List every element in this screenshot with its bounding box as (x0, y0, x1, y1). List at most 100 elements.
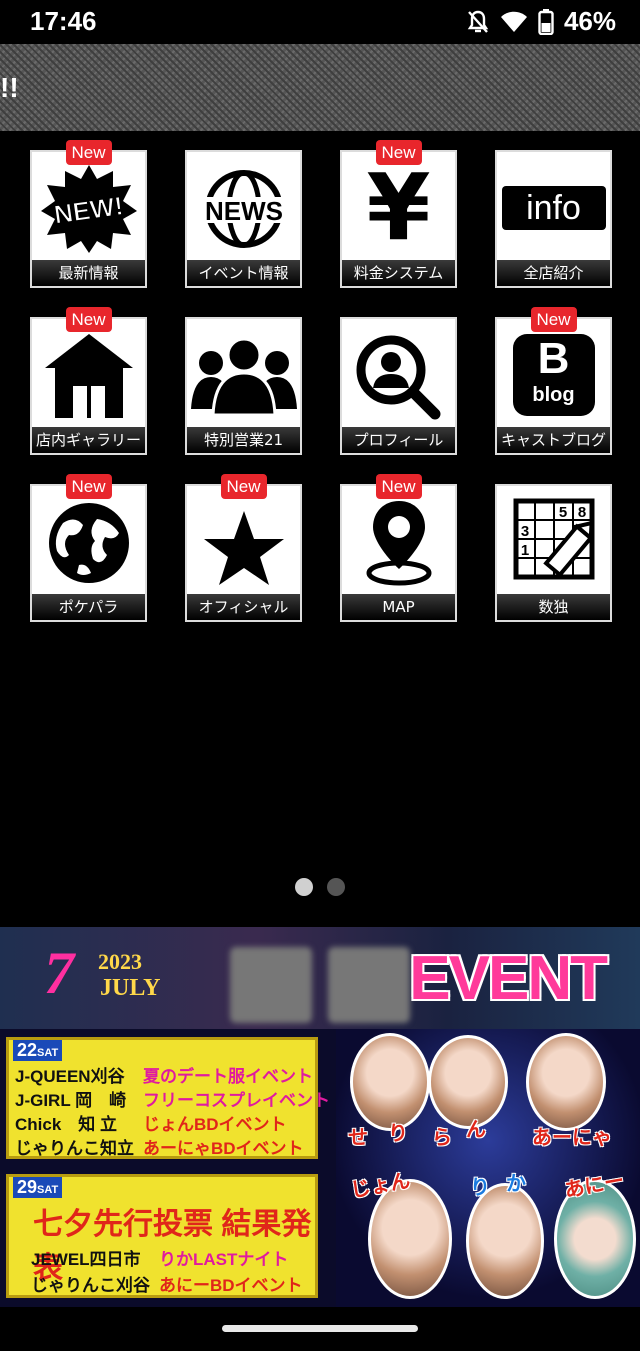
banner-header: 7 2023 JULY EVENT (0, 927, 640, 1029)
tile-official[interactable]: New オフィシャル (185, 474, 302, 622)
blog-icon: B blog (497, 321, 610, 429)
svg-text:8: 8 (577, 504, 585, 521)
tile-label: キャストブログ (497, 427, 610, 453)
notifications-off-icon (467, 10, 489, 33)
banner-month: 7 (44, 940, 74, 1006)
app-screen: 17:46 46% !! New NEW! 最新情報 NEWS イベント情報 N… (0, 0, 640, 1351)
banner-month-name: JULY (100, 975, 161, 1001)
tile-label: イベント情報 (187, 260, 300, 286)
tile-box: 5 8 3 1 数独 (495, 484, 612, 622)
new-burst-icon: NEW! (32, 154, 145, 262)
tile-box: ¥ 料金システム (340, 150, 457, 288)
cast-name: ん (466, 1119, 486, 1141)
svg-text:3: 3 (520, 523, 528, 540)
new-badge: New (220, 474, 267, 499)
tile-box: NEW! 最新情報 (30, 150, 147, 288)
cast-name: せ (348, 1127, 368, 1149)
event-row: じゃりんこ刈谷 あにーBDイベント (31, 1276, 303, 1295)
ticker-text: !! (0, 72, 19, 103)
tile-box: B blog キャストブログ (495, 317, 612, 455)
tile-box: NEWS イベント情報 (185, 150, 302, 288)
cast-photo (526, 1033, 606, 1131)
tile-box: MAP (340, 484, 457, 622)
date-badge: 29SAT (13, 1177, 63, 1198)
blurred-logo-image (230, 947, 312, 1023)
tile-label: 数独 (497, 594, 610, 620)
map-pin-icon (342, 488, 455, 596)
page-indicator (0, 878, 640, 896)
status-icons: 46% (466, 6, 616, 37)
new-badge: New (65, 474, 112, 499)
status-time: 17:46 (30, 6, 97, 36)
tile-box: 店内ギャラリー (30, 317, 147, 455)
event-row: Chick 知 立じょんBDイベント (15, 1115, 287, 1134)
yen-icon: ¥ (366, 154, 431, 261)
tile-pokepara[interactable]: New ポケパラ (30, 474, 147, 622)
cast-name: ら (432, 1127, 452, 1149)
status-bar: 17:46 46% (0, 0, 640, 44)
tile-label: 全店紹介 (497, 260, 610, 286)
tile-label: オフィシャル (187, 594, 300, 620)
tile-map[interactable]: New MAP (340, 474, 457, 622)
tile-sudoku[interactable]: 5 8 3 1 数独 (495, 474, 612, 622)
banner-year: 2023 (98, 949, 142, 974)
event-panel-29: 29SAT 七夕先行投票 結果発表 JEWEL四日市 りかLASTナイト じゃりん… (6, 1174, 318, 1298)
event-panel-22: 22SAT J-QUEEN刈谷 夏のデート服イベント J-GIRL 岡 崎フリーコ… (6, 1037, 330, 1159)
event-row: JEWEL四日市 りかLASTナイト (31, 1250, 289, 1269)
event-banner[interactable]: 7 2023 JULY EVENT 22SAT J-QUEEN刈谷 夏のデート服イ… (0, 927, 640, 1307)
tile-label: ポケパラ (32, 594, 145, 620)
info-icon: info (497, 154, 610, 262)
battery-icon (538, 8, 554, 35)
tile-special-business[interactable]: 特別営業21 (185, 307, 302, 455)
new-badge: New (375, 140, 422, 165)
news-globe-icon: NEWS (187, 154, 300, 262)
cast-name: あーにゃ (532, 1127, 612, 1149)
new-badge: New (65, 140, 112, 165)
banner-event-title: EVENT (409, 944, 608, 1013)
tile-price-system[interactable]: New ¥ 料金システム (340, 140, 457, 288)
cast-name: か (506, 1173, 526, 1195)
cast-name: り (470, 1177, 490, 1199)
event-row: じゃりんこ知立 あーにゃBDイベント (15, 1139, 304, 1158)
cast-photos: せ り ら ん あーにゃ じょん り か あにー (336, 1029, 640, 1307)
tile-box: プロフィール (340, 317, 457, 455)
svg-text:NEWS: NEWS (205, 196, 283, 226)
tile-label: 最新情報 (32, 260, 145, 286)
tile-label: 料金システム (342, 260, 455, 286)
page-dot-1[interactable] (295, 878, 313, 896)
cast-name: り (388, 1123, 408, 1145)
tile-box: 特別営業21 (185, 317, 302, 455)
tile-label: MAP (342, 594, 455, 620)
tile-latest-info[interactable]: New NEW! 最新情報 (30, 140, 147, 288)
battery-percent: 46% (563, 6, 616, 36)
news-ticker[interactable]: !! (0, 44, 640, 131)
wifi-icon (500, 11, 527, 32)
house-icon (32, 321, 145, 429)
tile-box: ポケパラ (30, 484, 147, 622)
sudoku-icon: 5 8 3 1 (497, 488, 610, 596)
new-badge: New (375, 474, 422, 499)
page-dot-2[interactable] (327, 878, 345, 896)
tile-cast-blog[interactable]: New B blog キャストブログ (495, 307, 612, 455)
event-row: J-QUEEN刈谷 夏のデート服イベント (15, 1067, 313, 1086)
date-badge: 22SAT (13, 1040, 63, 1061)
gesture-home-bar[interactable] (222, 1325, 418, 1332)
event-row: J-GIRL 岡 崎フリーコスプレイベント (15, 1091, 330, 1110)
cast-photo (466, 1183, 544, 1299)
tile-label: 特別営業21 (187, 427, 300, 453)
svg-text:5: 5 (558, 504, 566, 521)
tile-profile[interactable]: プロフィール (340, 307, 457, 455)
tile-label: 店内ギャラリー (32, 427, 145, 453)
blurred-logo-image (328, 947, 410, 1023)
tile-label: プロフィール (342, 427, 455, 453)
tile-gallery[interactable]: New 店内ギャラリー (30, 307, 147, 455)
group-icon (187, 321, 300, 429)
star-icon (187, 488, 300, 596)
profile-search-icon (342, 321, 455, 429)
tile-all-shops[interactable]: info 全店紹介 (495, 140, 612, 288)
tile-event-info[interactable]: NEWS イベント情報 (185, 140, 302, 288)
svg-text:1: 1 (520, 542, 528, 559)
globe-icon (32, 488, 145, 596)
tile-box: オフィシャル (185, 484, 302, 622)
new-badge: New (530, 307, 577, 332)
